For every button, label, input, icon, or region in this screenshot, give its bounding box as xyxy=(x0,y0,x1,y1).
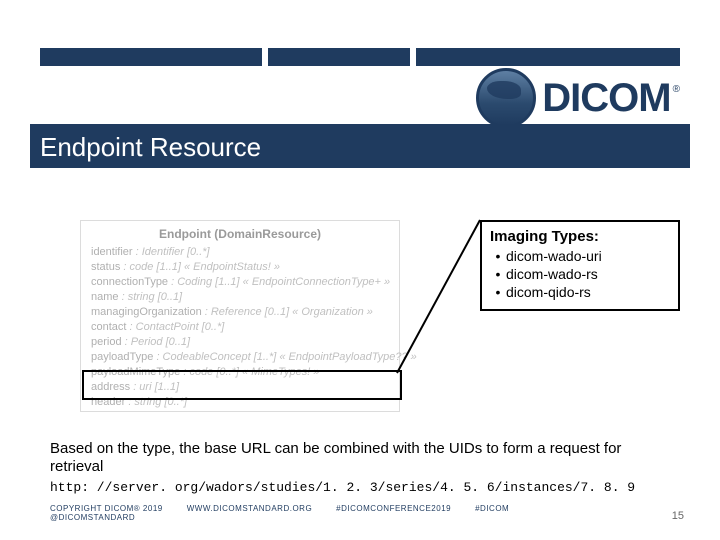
callout-item: dicom-wado-uri xyxy=(490,247,670,265)
top-accent-tick xyxy=(410,48,416,66)
brand-name: DICOM xyxy=(542,76,670,121)
diagram-attribute-row: managingOrganization : Reference [0..1] … xyxy=(91,305,389,320)
diagram-attribute-row: header : string [0..*] xyxy=(91,395,389,410)
diagram-attribute-row: status : code [1..1] « EndpointStatus! » xyxy=(91,260,389,275)
globe-icon xyxy=(476,68,536,128)
diagram-attribute-row: address : uri [1..1] xyxy=(91,380,389,395)
page-number: 15 xyxy=(672,510,684,522)
top-accent-tick xyxy=(262,48,268,66)
diagram-heading: Endpoint (DomainResource) xyxy=(91,227,389,241)
slide-title-text: Endpoint Resource xyxy=(40,132,261,162)
callout-title: Imaging Types: xyxy=(490,228,670,245)
footer: COPYRIGHT DICOM® 2019 @DICOMSTANDARD WWW… xyxy=(50,504,680,522)
diagram-attribute-row: period : Period [0..1] xyxy=(91,335,389,350)
registered-mark: ® xyxy=(673,84,680,95)
footer-copyright: COPYRIGHT DICOM® 2019 @DICOMSTANDARD xyxy=(50,504,163,522)
callout-item: dicom-wado-rs xyxy=(490,265,670,283)
diagram-attribute-row: name : string [0..1] xyxy=(91,290,389,305)
footer-hashtag: #DICOM xyxy=(475,504,509,513)
top-accent-bar xyxy=(40,48,680,66)
body-text: Based on the type, the base URL can be c… xyxy=(50,440,670,476)
example-url: http: //server. org/wadors/studies/1. 2.… xyxy=(50,480,635,495)
slide-title: Endpoint Resource xyxy=(30,124,690,168)
footer-url: WWW.DICOMSTANDARD.ORG xyxy=(187,504,312,513)
callout-item: dicom-qido-rs xyxy=(490,283,670,301)
brand-logo: DICOM ® xyxy=(476,68,680,128)
diagram-attribute-row: connectionType : Coding [1..1] « Endpoin… xyxy=(91,275,389,290)
diagram-attribute-row: payloadMimeType : code [0..*] « MimeType… xyxy=(91,365,389,380)
footer-hashtag: #DICOMCONFERENCE2019 xyxy=(336,504,451,513)
imaging-types-callout: Imaging Types: dicom-wado-uridicom-wado-… xyxy=(480,220,680,311)
resource-diagram: Endpoint (DomainResource) identifier : I… xyxy=(80,220,400,412)
diagram-attribute-row: payloadType : CodeableConcept [1..*] « E… xyxy=(91,350,389,365)
diagram-attribute-row: identifier : Identifier [0..*] xyxy=(91,245,389,260)
diagram-attribute-row: contact : ContactPoint [0..*] xyxy=(91,320,389,335)
